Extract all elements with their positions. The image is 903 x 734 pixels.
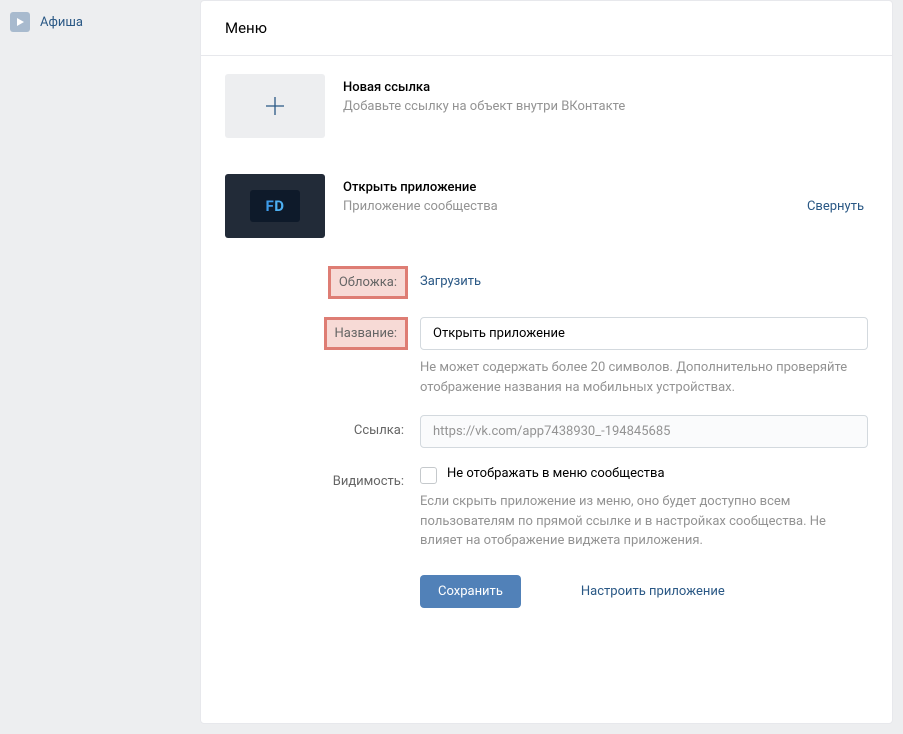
sidebar-item-label: Афиша — [40, 15, 83, 30]
visibility-help-text: Если скрыть приложение из меню, оно буде… — [420, 492, 868, 551]
name-input[interactable] — [420, 317, 868, 350]
app-item-row: FD Открыть приложение Приложение сообщес… — [201, 156, 892, 256]
collapse-link[interactable]: Свернуть — [807, 199, 868, 214]
app-item-title: Открыть приложение — [343, 180, 807, 195]
save-button[interactable]: Сохранить — [420, 575, 521, 608]
add-link-button[interactable] — [225, 74, 325, 138]
visibility-label: Видимость: — [225, 466, 420, 489]
upload-cover-link[interactable]: Загрузить — [420, 266, 481, 289]
sidebar-item-afisha[interactable]: Афиша — [0, 6, 200, 38]
new-link-desc: Добавьте ссылку на объект внутри ВКонтак… — [343, 99, 868, 114]
main-panel: Меню Новая ссылка Добавьте ссылку на объ… — [200, 0, 893, 724]
play-icon — [10, 12, 30, 32]
app-item-desc: Приложение сообщества — [343, 199, 807, 214]
new-link-row: Новая ссылка Добавьте ссылку на объект в… — [201, 56, 892, 156]
page-title: Меню — [201, 1, 892, 56]
visibility-checkbox-label: Не отображать в меню сообщества — [447, 466, 665, 481]
configure-app-link[interactable]: Настроить приложение — [581, 584, 725, 599]
cover-label: Обложка: — [328, 266, 408, 299]
plus-icon — [261, 92, 289, 120]
sidebar: Афиша — [0, 0, 200, 734]
name-label: Название: — [324, 317, 409, 350]
name-help-text: Не может содержать более 20 символов. До… — [420, 358, 868, 397]
link-input[interactable] — [420, 415, 868, 448]
new-link-title: Новая ссылка — [343, 80, 868, 95]
app-edit-form: Обложка: Загрузить Название: Не может со… — [201, 256, 892, 650]
app-thumbnail[interactable]: FD — [225, 174, 325, 238]
visibility-checkbox[interactable] — [420, 467, 437, 484]
link-label: Ссылка: — [225, 415, 420, 438]
